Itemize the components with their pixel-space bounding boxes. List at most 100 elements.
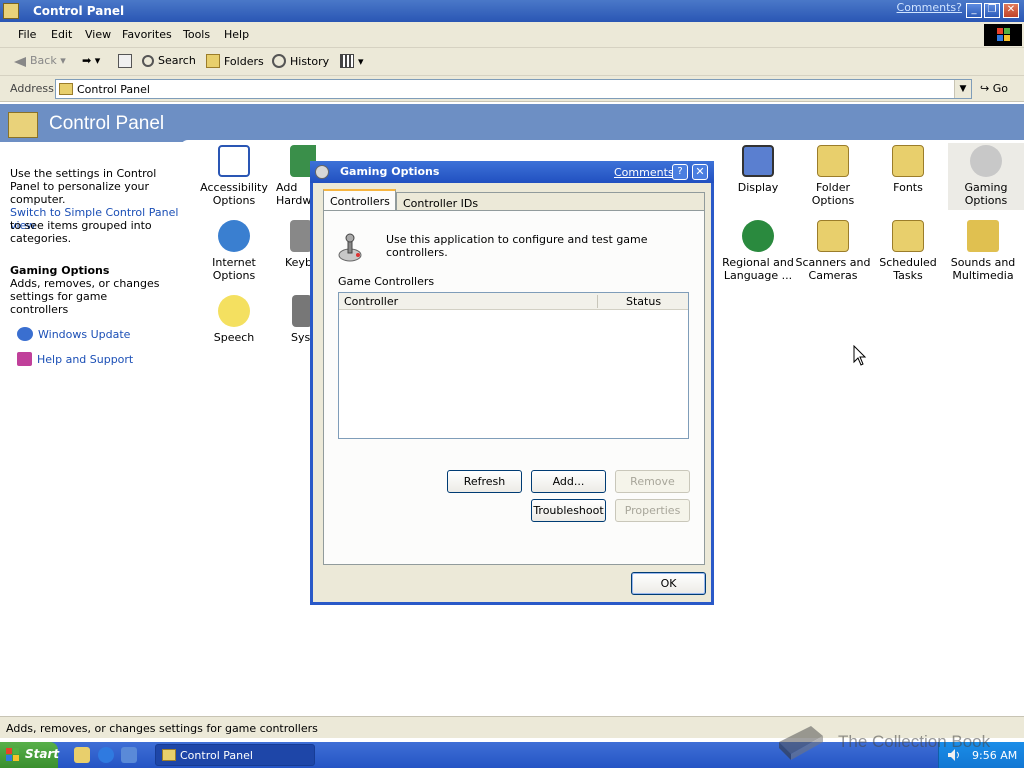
scheduled-tasks-icon — [892, 220, 924, 252]
comments-link[interactable]: Comments? — [897, 1, 962, 14]
close-button[interactable]: ✕ — [1003, 3, 1019, 18]
back-arrow-icon — [14, 57, 26, 67]
refresh-button[interactable]: Refresh — [447, 470, 522, 493]
dialog-titlebar[interactable]: Gaming Options Comments? ? ✕ — [310, 161, 714, 183]
help-book-icon — [17, 352, 32, 366]
gaming-options-dialog: Gaming Options Comments? ? ✕ Controllers… — [310, 161, 714, 605]
go-button[interactable]: ↪ Go — [980, 82, 1008, 95]
add-button[interactable]: Add... — [531, 470, 606, 493]
up-folder-button[interactable] — [118, 54, 136, 68]
header-band: Control Panel — [0, 104, 1024, 142]
media-player-icon[interactable] — [121, 747, 137, 763]
menu-file[interactable]: File — [18, 28, 36, 41]
controllers-tab-panel: Use this application to configure and te… — [323, 210, 705, 565]
go-arrow-icon: ↪ — [980, 82, 990, 95]
controllers-list[interactable]: Controller Status — [338, 292, 689, 439]
tab-controllers[interactable]: Controllers — [323, 189, 396, 211]
globe-icon — [742, 220, 774, 252]
minimize-button[interactable]: _ — [966, 3, 982, 18]
cp-item-scanners-cameras[interactable]: Scanners and Cameras — [795, 220, 871, 282]
windows-logo-icon — [984, 24, 1022, 46]
history-button[interactable]: History — [272, 54, 329, 68]
cp-item-accessibility-options[interactable]: Accessibility Options — [196, 145, 272, 207]
cp-item-keyboard[interactable]: Keyboard — [276, 220, 312, 269]
dialog-close-button[interactable]: ✕ — [692, 164, 708, 180]
scanner-camera-icon — [817, 220, 849, 252]
folders-button[interactable]: Folders — [206, 54, 264, 68]
column-separator[interactable] — [597, 295, 598, 308]
game-controller-small-icon — [315, 165, 329, 179]
fonts-folder-icon — [892, 145, 924, 177]
menu-view[interactable]: View — [85, 28, 111, 41]
remove-button[interactable]: Remove — [615, 470, 690, 493]
task-pane: Use the settings in Control Panel to per… — [0, 142, 180, 712]
search-button[interactable]: Search — [142, 54, 196, 67]
menu-help[interactable]: Help — [224, 28, 249, 41]
window-title: Control Panel — [33, 4, 125, 18]
control-panel-folder-icon — [59, 83, 73, 95]
views-grid-icon — [340, 54, 354, 68]
folder-options-icon — [817, 145, 849, 177]
cp-item-scheduled-tasks[interactable]: Scheduled Tasks — [870, 220, 946, 282]
cp-item-internet-options[interactable]: Internet Options — [196, 220, 272, 282]
cp-item-folder-options[interactable]: Folder Options — [795, 145, 871, 207]
dialog-help-button[interactable]: ? — [672, 164, 688, 180]
window-titlebar[interactable]: Control Panel Comments? _ ❐ ✕ — [0, 0, 1024, 22]
back-button[interactable]: Back ▾ — [14, 54, 66, 67]
system-computer-icon — [292, 295, 310, 327]
dialog-comments-link[interactable]: Comments? — [614, 166, 679, 179]
speaker-icon — [967, 220, 999, 252]
cp-item-regional-language[interactable]: Regional and Language ... — [720, 220, 796, 282]
control-panel-large-icon — [8, 112, 38, 138]
watermark: The Collection Book — [775, 720, 1015, 764]
column-status[interactable]: Status — [626, 295, 661, 308]
cp-item-display[interactable]: Display — [720, 145, 796, 194]
cp-item-speech[interactable]: Speech — [196, 295, 272, 344]
cp-item-fonts[interactable]: Fonts — [870, 145, 946, 194]
restore-button[interactable]: ❐ — [984, 3, 1000, 18]
address-dropdown-button[interactable]: ▼ — [954, 80, 971, 98]
windows-update-link[interactable]: Windows Update — [38, 328, 130, 341]
folders-icon — [206, 54, 220, 68]
menu-edit[interactable]: Edit — [51, 28, 72, 41]
troubleshoot-button[interactable]: Troubleshoot — [531, 499, 606, 522]
address-label: Address — [10, 82, 54, 95]
game-controller-large-icon — [338, 233, 362, 262]
views-button[interactable]: ▾ — [340, 54, 364, 68]
menu-tools[interactable]: Tools — [183, 28, 210, 41]
microphone-icon — [218, 295, 250, 327]
internet-explorer-icon[interactable] — [98, 747, 114, 763]
show-desktop-icon[interactable] — [74, 747, 90, 763]
tab-controller-ids[interactable]: Controller IDs — [396, 192, 705, 211]
properties-button[interactable]: Properties — [615, 499, 690, 522]
address-input[interactable]: Control Panel ▼ — [55, 79, 972, 99]
dialog-title: Gaming Options — [340, 165, 440, 178]
cp-item-system[interactable]: System — [276, 295, 310, 344]
cp-item-sounds-multimedia[interactable]: Sounds and Multimedia — [945, 220, 1021, 282]
status-text: Adds, removes, or changes settings for g… — [6, 722, 318, 735]
toolbar: Back ▾ ➡ ▾ Search Folders History ▾ — [0, 48, 1024, 76]
control-panel-icon — [3, 3, 19, 19]
ok-button[interactable]: OK — [631, 572, 706, 595]
menu-favorites[interactable]: Favorites — [122, 28, 172, 41]
address-value: Control Panel — [77, 83, 150, 96]
start-button[interactable]: Start — [0, 742, 59, 768]
dialog-description: Use this application to configure and te… — [386, 233, 648, 259]
display-monitor-icon — [742, 145, 774, 177]
taskbar-item-control-panel[interactable]: Control Panel — [155, 744, 315, 766]
intro-text: Use the settings in Control Panel to per… — [10, 167, 157, 206]
mouse-cursor-icon — [853, 345, 867, 366]
history-clock-icon — [272, 54, 286, 68]
cp-item-gaming-options[interactable]: Gaming Options — [948, 143, 1024, 210]
selected-item-title: Gaming Options — [10, 264, 110, 277]
column-controller[interactable]: Controller — [344, 295, 398, 308]
up-folder-icon — [118, 54, 132, 68]
book-logo-icon — [779, 726, 823, 760]
watermark-text: The Collection Book — [838, 732, 991, 751]
windows-update-icon — [17, 327, 33, 341]
forward-button[interactable]: ➡ ▾ — [82, 54, 100, 67]
game-controller-icon — [970, 145, 1002, 177]
windows-flag-icon — [6, 748, 19, 761]
help-support-link[interactable]: Help and Support — [37, 353, 133, 366]
menubar: File Edit View Favorites Tools Help — [0, 22, 1024, 48]
